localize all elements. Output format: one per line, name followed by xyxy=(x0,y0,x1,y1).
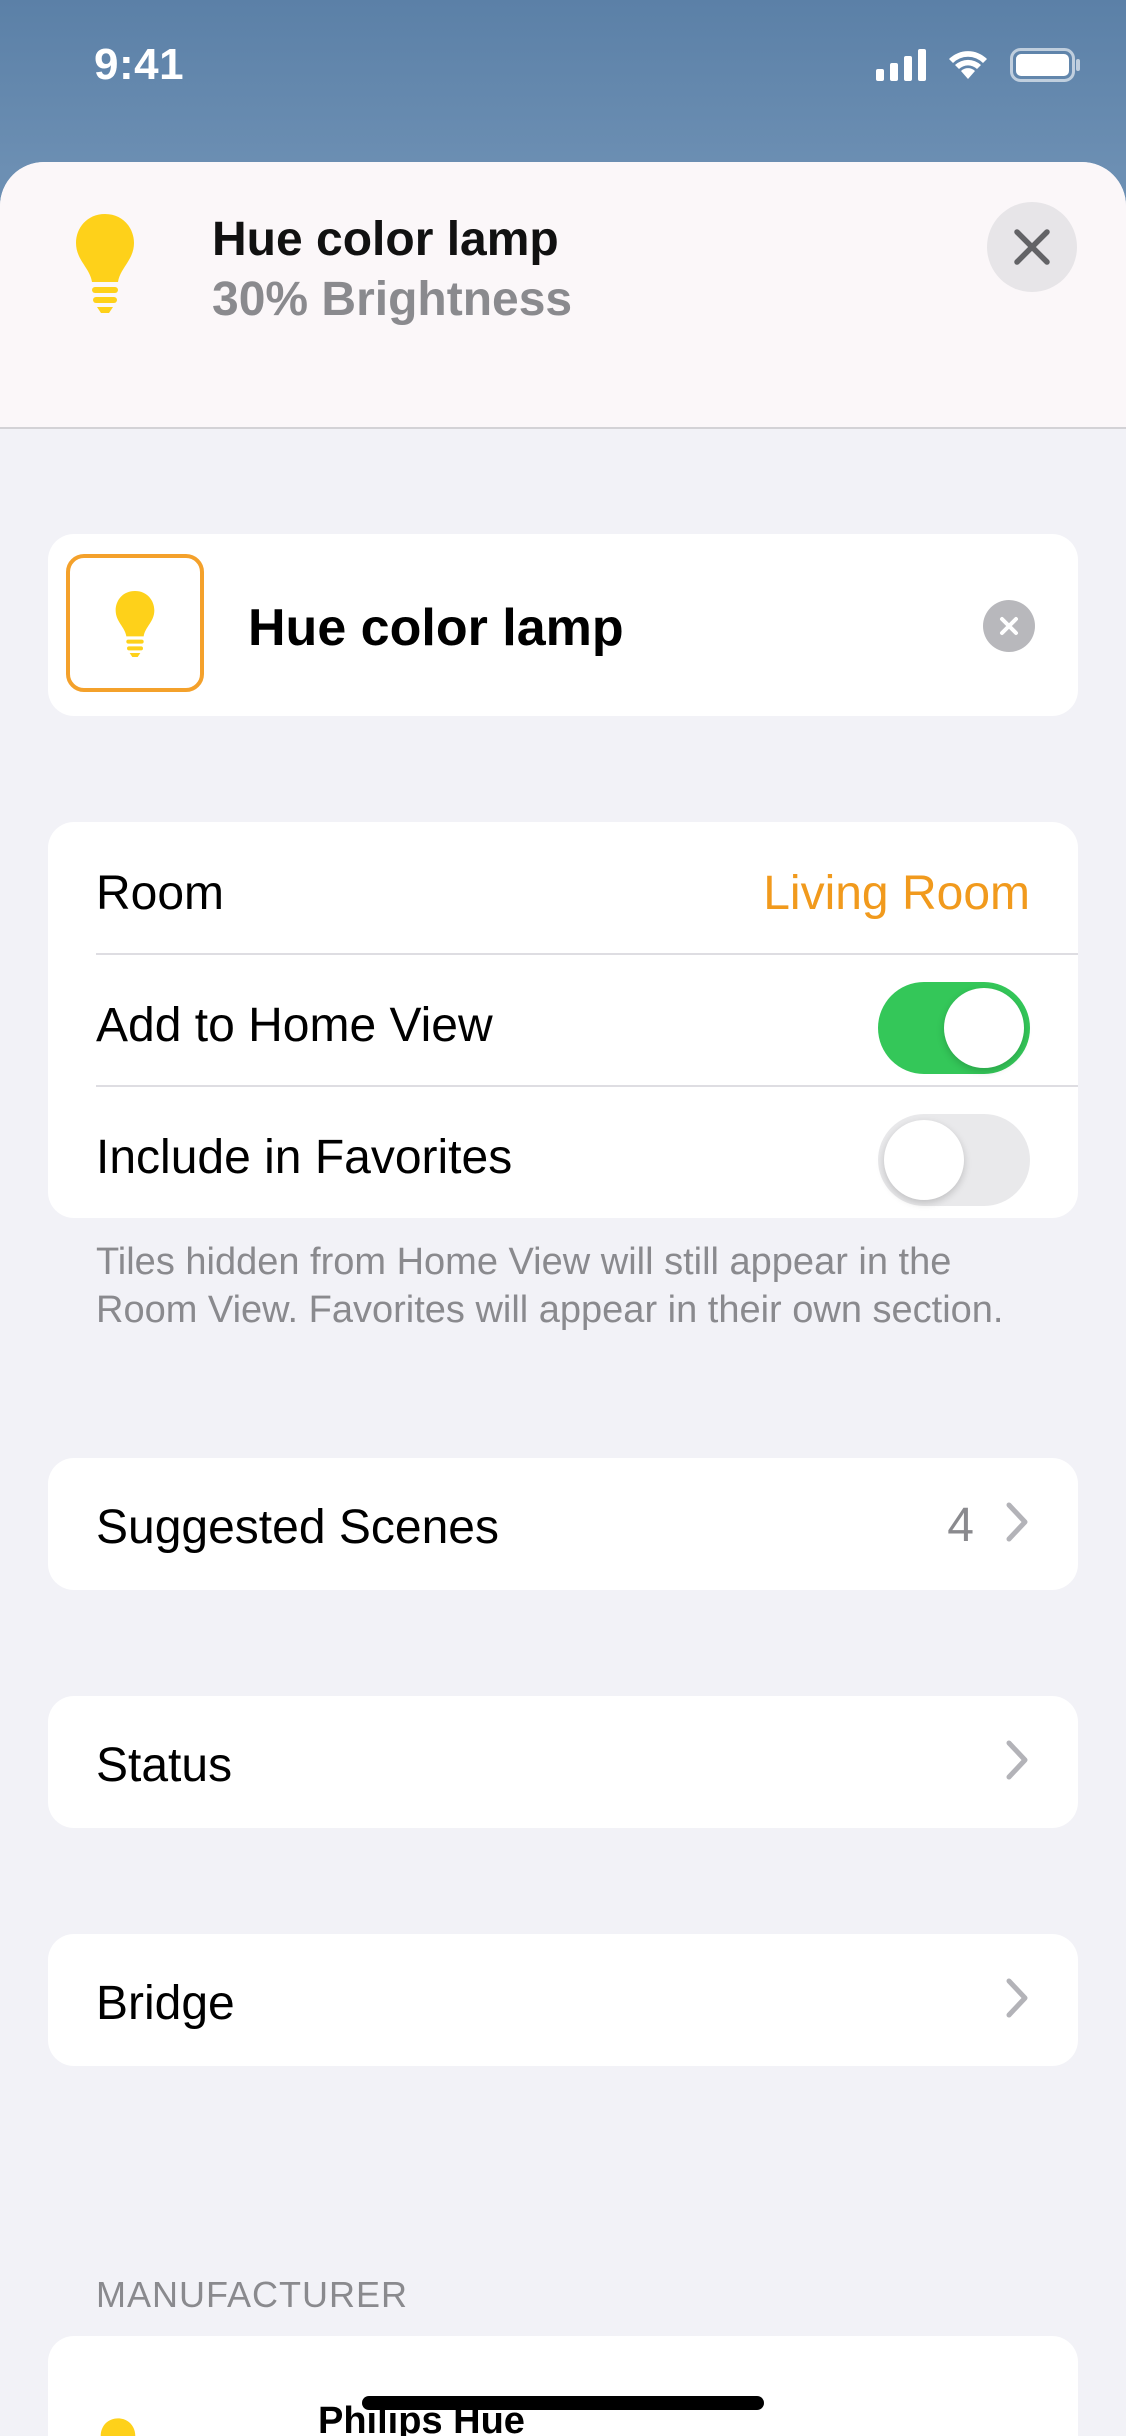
status-label: Status xyxy=(96,1739,233,1792)
home-view-toggle[interactable] xyxy=(878,982,1030,1074)
home-view-label: Add to Home View xyxy=(96,999,493,1052)
close-button[interactable] xyxy=(987,202,1077,292)
suggested-scenes-row[interactable]: Suggested Scenes 4 xyxy=(48,1458,1078,1590)
toggle-knob xyxy=(944,988,1024,1068)
lightbulb-icon xyxy=(115,591,155,657)
lightbulb-icon xyxy=(76,214,134,313)
status-icons xyxy=(876,48,1082,82)
manufacturer-card[interactable]: Philips Hue xyxy=(48,2336,1078,2436)
room-row[interactable]: Room Living Room xyxy=(48,822,1078,954)
clear-icon xyxy=(1000,617,1018,635)
chevron-right-icon xyxy=(1006,1740,1028,1780)
chevron-right-icon xyxy=(1006,1502,1028,1542)
battery-icon xyxy=(1010,48,1080,82)
toggle-knob xyxy=(884,1120,964,1200)
manufacturer-section-label: MANUFACTURER xyxy=(96,2274,409,2315)
wifi-icon xyxy=(949,51,987,79)
status-bar: 9:41 xyxy=(0,0,1126,150)
status-time: 9:41 xyxy=(94,40,185,89)
home-view-footnote: Tiles hidden from Home View will still a… xyxy=(96,1241,1004,1331)
header-brightness: 30% Brightness xyxy=(212,273,573,326)
home-indicator[interactable] xyxy=(362,2396,764,2410)
accessory-settings-sheet: Hue color lamp 30% Brightness Hue color … xyxy=(0,162,1126,2436)
accessory-name-card: Hue color lamp xyxy=(48,534,1078,716)
suggested-scenes-count: 4 xyxy=(947,1499,974,1552)
room-value[interactable]: Living Room xyxy=(763,866,1030,921)
accessory-icon-picker[interactable] xyxy=(66,554,204,692)
sheet-header: Hue color lamp 30% Brightness xyxy=(0,162,1126,429)
home-view-row: Add to Home View xyxy=(48,954,1078,1086)
clear-name-button[interactable] xyxy=(983,600,1035,652)
bridge-label: Bridge xyxy=(96,1977,235,2030)
favorites-label: Include in Favorites xyxy=(96,1131,513,1184)
favorites-row: Include in Favorites xyxy=(48,1086,1078,1218)
status-row[interactable]: Status xyxy=(48,1696,1078,1828)
room-label: Room xyxy=(96,867,225,920)
cellular-signal-icon xyxy=(876,49,926,81)
lightbulb-icon xyxy=(100,2418,136,2436)
settings-card: Room Living Room Add to Home View Includ… xyxy=(48,822,1078,1218)
close-icon xyxy=(1014,229,1050,265)
header-title: Hue color lamp xyxy=(212,213,559,266)
accessory-name-field[interactable]: Hue color lamp xyxy=(248,598,624,658)
favorites-toggle[interactable] xyxy=(878,1114,1030,1206)
bridge-row[interactable]: Bridge xyxy=(48,1934,1078,2066)
chevron-right-icon xyxy=(1006,1978,1028,2018)
suggested-scenes-label: Suggested Scenes xyxy=(96,1501,499,1554)
